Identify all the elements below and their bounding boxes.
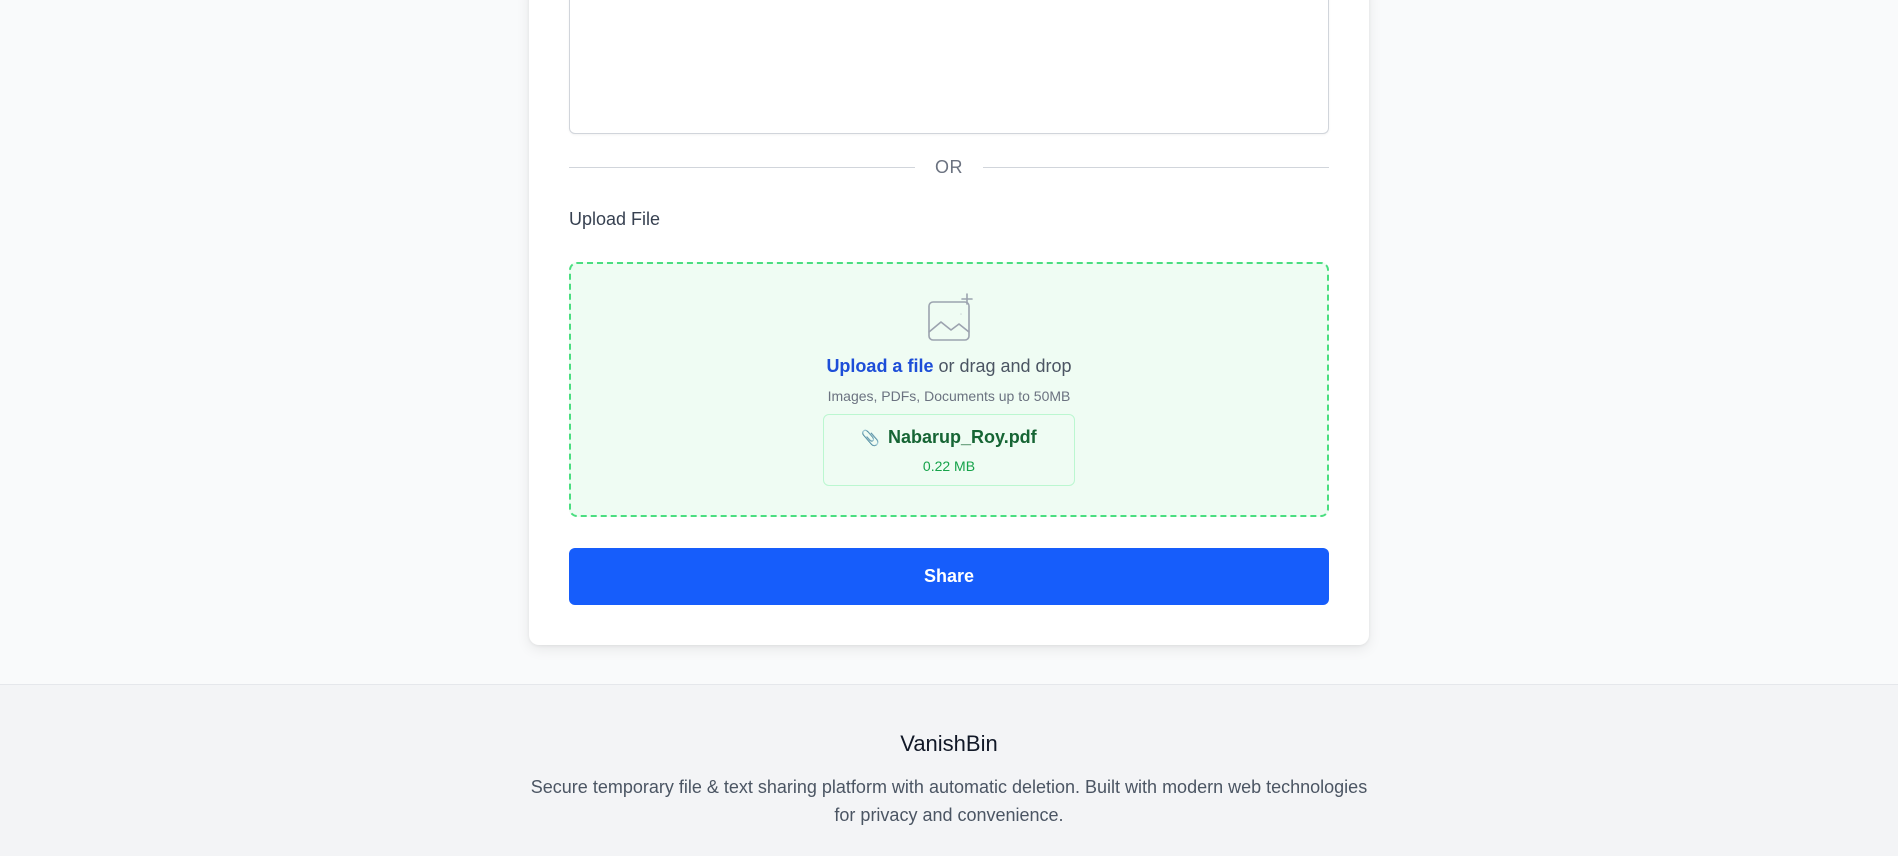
share-button[interactable]: Share — [569, 548, 1329, 605]
text-content-input[interactable] — [569, 0, 1329, 134]
divider-line-left — [569, 166, 915, 168]
share-form-card: OR Upload File Upload a file or drag and… — [529, 0, 1369, 645]
image-plus-icon — [928, 293, 973, 341]
upload-instructions: Upload a file or drag and drop — [571, 356, 1327, 377]
upload-hint: Images, PDFs, Documents up to 50MB — [827, 388, 1071, 404]
or-divider: OR — [569, 152, 1329, 182]
footer-description: Secure temporary file & text sharing pla… — [530, 777, 1368, 825]
upload-file-link[interactable]: Upload a file — [826, 356, 933, 376]
divider-label: OR — [935, 156, 963, 177]
file-size: 0.22 MB — [922, 458, 976, 474]
file-name-row: 📎 Nabarup_Roy.pdf — [824, 427, 1074, 448]
site-footer: VanishBin Secure temporary file & text s… — [0, 684, 1898, 856]
file-name: Nabarup_Roy.pdf — [888, 427, 1037, 447]
file-dropzone[interactable]: Upload a file or drag and drop Images, P… — [569, 262, 1329, 517]
drag-drop-text: or drag and drop — [933, 356, 1072, 376]
divider-line-right — [983, 166, 1329, 168]
upload-file-label: Upload File — [569, 209, 661, 229]
selected-file-card: 📎 Nabarup_Roy.pdf 0.22 MB — [823, 414, 1075, 486]
paperclip-icon: 📎 — [861, 430, 880, 447]
footer-brand: VanishBin — [900, 731, 998, 756]
